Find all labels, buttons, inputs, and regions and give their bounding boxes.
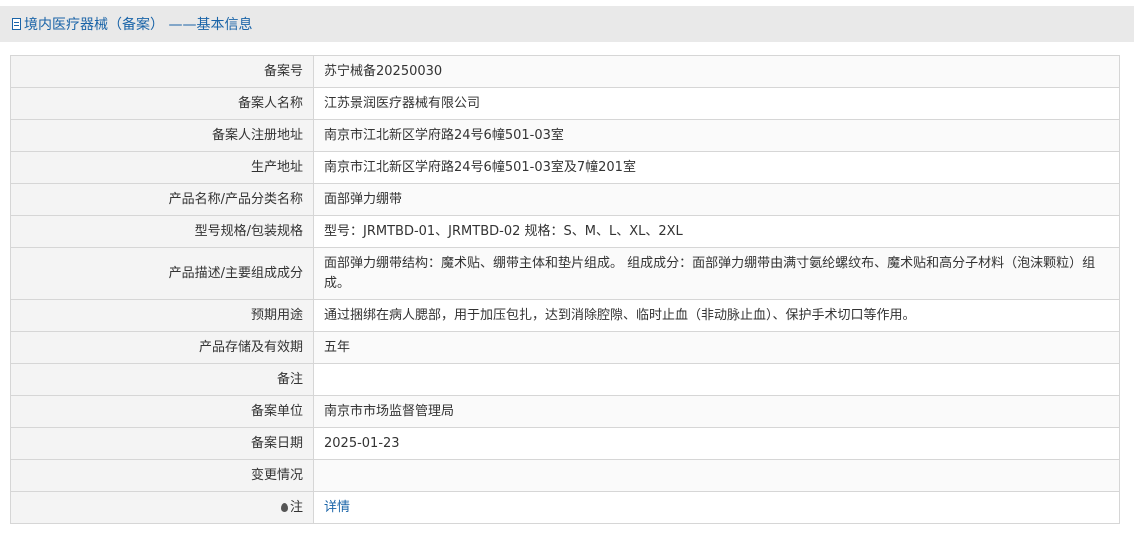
table-row: 备案人名称 江苏景润医疗器械有限公司 (10, 87, 1120, 120)
row-label: 产品名称/产品分类名称 (10, 183, 314, 216)
table-row: 产品存储及有效期 五年 (10, 331, 1120, 364)
page-title: 境内医疗器械（备案） ——基本信息 (24, 17, 253, 33)
table-row: 变更情况 (10, 459, 1120, 492)
row-value (313, 459, 1120, 492)
row-value: 2025-01-23 (313, 427, 1120, 460)
row-value: 江苏景润医疗器械有限公司 (313, 87, 1120, 120)
row-value: 南京市江北新区学府路24号6幢501-03室及7幢201室 (313, 151, 1120, 184)
row-label: 预期用途 (10, 299, 314, 332)
table-row: 产品描述/主要组成成分 面部弹力绷带结构：魔术贴、绷带主体和垫片组成。 组成成分… (10, 247, 1120, 300)
row-value: 苏宁械备20250030 (313, 55, 1120, 88)
row-label: 生产地址 (10, 151, 314, 184)
table-row: 注 详情 (10, 491, 1120, 524)
table-row: 备案日期 2025-01-23 (10, 427, 1120, 460)
pin-icon (280, 502, 288, 512)
row-value: 五年 (313, 331, 1120, 364)
note-label-cell: 注 (10, 491, 314, 524)
row-label: 备案人名称 (10, 87, 314, 120)
row-label: 备注 (10, 363, 314, 396)
table-row: 产品名称/产品分类名称 面部弹力绷带 (10, 183, 1120, 216)
row-value (313, 363, 1120, 396)
table-row: 备案人注册地址 南京市江北新区学府路24号6幢501-03室 (10, 119, 1120, 152)
details-link[interactable]: 详情 (324, 500, 350, 515)
row-label: 产品存储及有效期 (10, 331, 314, 364)
row-label: 注 (289, 499, 303, 515)
row-label: 备案号 (10, 55, 314, 88)
row-value: 详情 (313, 491, 1120, 524)
row-value: 型号：JRMTBD-01、JRMTBD-02 规格：S、M、L、XL、2XL (313, 215, 1120, 248)
row-value: 通过捆绑在病人腮部，用于加压包扎，达到消除腔隙、临时止血（非动脉止血）、保护手术… (313, 299, 1120, 332)
row-label: 型号规格/包装规格 (10, 215, 314, 248)
table-row: 生产地址 南京市江北新区学府路24号6幢501-03室及7幢201室 (10, 151, 1120, 184)
row-label: 备案单位 (10, 395, 314, 428)
row-value: 南京市市场监督管理局 (313, 395, 1120, 428)
row-label: 备案日期 (10, 427, 314, 460)
row-value: 南京市江北新区学府路24号6幢501-03室 (313, 119, 1120, 152)
row-value: 面部弹力绷带 (313, 183, 1120, 216)
page-header: 境内医疗器械（备案） ——基本信息 (0, 6, 1134, 42)
table-row: 备注 (10, 363, 1120, 396)
row-label: 变更情况 (10, 459, 314, 492)
table-row: 型号规格/包装规格 型号：JRMTBD-01、JRMTBD-02 规格：S、M、… (10, 215, 1120, 248)
document-icon (12, 18, 21, 30)
row-label: 备案人注册地址 (10, 119, 314, 152)
table-row: 预期用途 通过捆绑在病人腮部，用于加压包扎，达到消除腔隙、临时止血（非动脉止血）… (10, 299, 1120, 332)
row-label: 产品描述/主要组成成分 (10, 247, 314, 300)
table-row: 备案单位 南京市市场监督管理局 (10, 395, 1120, 428)
row-value: 面部弹力绷带结构：魔术贴、绷带主体和垫片组成。 组成成分：面部弹力绷带由满寸氨纶… (313, 247, 1120, 300)
info-table: 备案号 苏宁械备20250030 备案人名称 江苏景润医疗器械有限公司 备案人注… (10, 55, 1120, 524)
table-row: 备案号 苏宁械备20250030 (10, 55, 1120, 88)
